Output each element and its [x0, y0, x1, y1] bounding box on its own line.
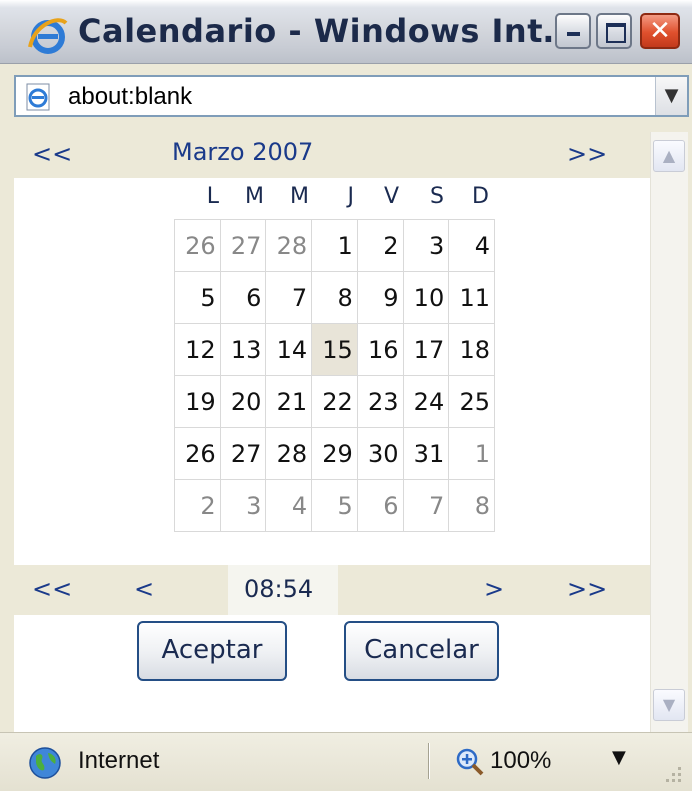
calendar-day[interactable]: 20: [219, 375, 267, 428]
calendar-day[interactable]: 9: [356, 271, 404, 324]
weekday-label: L: [206, 184, 219, 209]
prev-minute-link[interactable]: <: [134, 575, 154, 603]
security-zone-label: Internet: [78, 747, 160, 774]
calendar-week-row: 12 13 14 15 16 17 18: [174, 323, 495, 376]
calendar-day[interactable]: 12: [174, 323, 221, 376]
calendar-day[interactable]: 6: [219, 271, 267, 324]
calendar-day-selected[interactable]: 15: [311, 323, 358, 376]
calendar-day[interactable]: 19: [174, 375, 221, 428]
weekday-label: V: [383, 184, 399, 209]
calendar-day[interactable]: 4: [265, 479, 313, 532]
calendar-day[interactable]: 30: [356, 427, 404, 480]
calendar-grid: 26 27 28 1 2 3 4 5 6 7 8 9 10 11 12 13 14 15 16 17 18 19 20 21 2…: [174, 219, 495, 532]
prev-hour-link[interactable]: <<: [32, 575, 72, 603]
close-button[interactable]: ✕: [640, 13, 680, 49]
calendar-week-row: 26 27 28 1 2 3 4: [174, 219, 495, 272]
browser-window: Calendario - Windows Int… ✕ about:blank …: [0, 0, 692, 791]
scroll-down-icon[interactable]: ▼: [653, 689, 685, 721]
calendar-day[interactable]: 14: [265, 323, 313, 376]
next-hour-link[interactable]: >>: [567, 575, 607, 603]
resize-grip-icon[interactable]: [662, 763, 684, 785]
calendar-day[interactable]: 28: [265, 219, 313, 272]
next-minute-link[interactable]: >: [484, 575, 504, 603]
address-url[interactable]: about:blank: [68, 83, 192, 111]
calendar-week-row: 2345678: [174, 479, 495, 532]
calendar-day[interactable]: 5: [174, 271, 221, 324]
internet-globe-icon: [29, 747, 61, 779]
month-label: Marzo 2007: [172, 138, 314, 166]
address-bar[interactable]: about:blank ▼: [14, 75, 689, 117]
calendar-day[interactable]: 3: [219, 479, 267, 532]
weekday-label: D: [472, 184, 489, 209]
calendar-day[interactable]: 7: [402, 479, 450, 532]
calendar-day[interactable]: 2: [356, 219, 404, 272]
calendar-day[interactable]: 26: [174, 219, 221, 272]
window-title: Calendario - Windows Int…: [78, 12, 576, 50]
minimize-button[interactable]: [555, 13, 591, 49]
month-navigation: << Marzo 2007 >>: [14, 132, 650, 178]
calendar-day[interactable]: 21: [265, 375, 313, 428]
calendar-week-row: 5 6 7 8 9 10 11: [174, 271, 495, 324]
calendar-day[interactable]: 8: [311, 271, 358, 324]
time-value: 08:54: [244, 575, 314, 603]
weekday-label: M: [290, 184, 309, 209]
calendar-day[interactable]: 5: [311, 479, 358, 532]
calendar-day[interactable]: 31: [402, 427, 450, 480]
status-separator: [428, 743, 430, 779]
zoom-level[interactable]: 100%: [490, 747, 551, 775]
calendar-week-row: 26 27 28 29 30 31 1: [174, 427, 495, 480]
calendar-day[interactable]: 13: [219, 323, 267, 376]
calendar-day[interactable]: 3: [402, 219, 450, 272]
status-bar: Internet 100% ▼: [0, 732, 692, 791]
calendar-day[interactable]: 24: [402, 375, 450, 428]
calendar-day[interactable]: 25: [448, 375, 495, 428]
close-icon: ✕: [649, 16, 671, 46]
time-navigation: << < 08:54 > >>: [14, 565, 650, 615]
zoom-magnifier-icon[interactable]: [455, 748, 485, 776]
prev-month-link[interactable]: <<: [32, 140, 72, 168]
next-month-link[interactable]: >>: [567, 140, 607, 168]
calendar-day[interactable]: 11: [448, 271, 495, 324]
calendar-day[interactable]: 28: [265, 427, 313, 480]
calendar-day[interactable]: 7: [265, 271, 313, 324]
calendar-day[interactable]: 18: [448, 323, 495, 376]
calendar-page: << Marzo 2007 >> L M M J V S D 26 27 28 1 2 3…: [14, 132, 650, 732]
ie-logo-icon: [28, 18, 68, 54]
calendar-day[interactable]: 17: [402, 323, 450, 376]
title-bar[interactable]: Calendario - Windows Int… ✕: [0, 0, 692, 64]
calendar-day[interactable]: 2: [174, 479, 221, 532]
calendar-day[interactable]: 8: [448, 479, 495, 532]
calendar-day[interactable]: 27: [219, 427, 267, 480]
calendar-day[interactable]: 16: [356, 323, 404, 376]
calendar-day[interactable]: 22: [311, 375, 358, 428]
calendar-day[interactable]: 26: [174, 427, 221, 480]
calendar-day[interactable]: 4: [448, 219, 495, 272]
vertical-scrollbar[interactable]: ▲ ▼: [650, 132, 688, 732]
calendar-day[interactable]: 23: [356, 375, 404, 428]
weekday-label: M: [245, 184, 264, 209]
calendar-week-row: 19 20 21 22 23 24 25: [174, 375, 495, 428]
zoom-dropdown-icon[interactable]: ▼: [612, 747, 626, 768]
address-dropdown-button[interactable]: ▼: [655, 77, 687, 115]
maximize-button[interactable]: [596, 13, 632, 49]
weekday-label: J: [347, 184, 355, 209]
calendar-day[interactable]: 6: [356, 479, 404, 532]
cancel-button[interactable]: Cancelar: [344, 621, 499, 681]
calendar-day[interactable]: 29: [311, 427, 358, 480]
calendar-day[interactable]: 1: [448, 427, 495, 480]
weekday-label: S: [430, 184, 444, 209]
chevron-down-icon: ▼: [664, 85, 679, 106]
page-icon: [26, 83, 50, 111]
calendar-day[interactable]: 1: [311, 219, 358, 272]
calendar-day[interactable]: 27: [219, 219, 267, 272]
scroll-up-icon[interactable]: ▲: [653, 140, 685, 172]
calendar-day[interactable]: 10: [402, 271, 450, 324]
accept-button[interactable]: Aceptar: [137, 621, 287, 681]
